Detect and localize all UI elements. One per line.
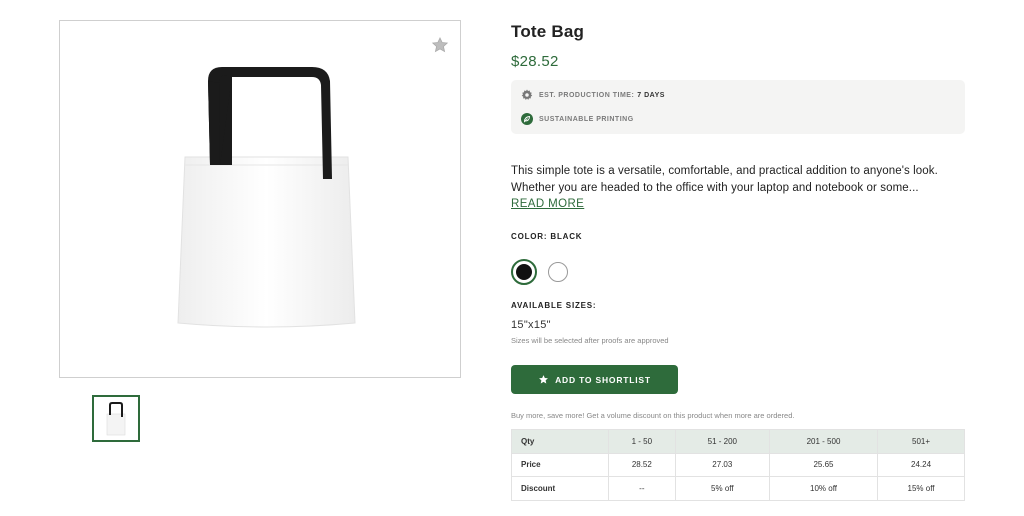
tote-bag-image (177, 67, 356, 328)
production-time-row: EST. PRODUCTION TIME: 7 DAYS (521, 89, 665, 101)
pricing-header-cell: 201 - 500 (768, 429, 879, 454)
read-more-link[interactable]: READ MORE (511, 198, 584, 210)
size-value: 15"x15" (511, 319, 551, 331)
product-price: $28.52 (511, 53, 559, 70)
volume-discount-note: Buy more, save more! Get a volume discou… (511, 411, 795, 420)
pricing-row-discount: Discount -- 5% off 10% off 15% off (511, 476, 965, 501)
product-title: Tote Bag (511, 22, 585, 41)
description-line: Whether you are headed to the office wit… (511, 182, 919, 194)
pricing-header-cell: Qty (511, 429, 609, 454)
gear-icon (521, 89, 533, 101)
production-time-label: EST. PRODUCTION TIME: (539, 91, 635, 99)
sustainable-printing-label: SUSTAINABLE PRINTING (539, 115, 634, 123)
pricing-cell: 25.65 (768, 452, 879, 477)
star-icon (538, 374, 549, 385)
pricing-cell: 15% off (877, 476, 965, 501)
product-thumbnail[interactable] (92, 395, 140, 442)
product-description: This simple tote is a versatile, comfort… (511, 163, 965, 197)
pricing-cell: 24.24 (877, 452, 965, 477)
favorite-button[interactable] (428, 33, 452, 57)
color-label: COLOR: BLACK (511, 232, 583, 241)
available-sizes-label: AVAILABLE SIZES: (511, 301, 597, 310)
pricing-row-price: Price 28.52 27.03 25.65 24.24 (511, 452, 965, 477)
production-time-value: 7 DAYS (637, 91, 665, 99)
pricing-header-cell: 51 - 200 (674, 429, 770, 454)
star-icon (431, 36, 449, 53)
leaf-icon (521, 113, 533, 125)
pricing-header-cell: 1 - 50 (608, 429, 676, 454)
color-swatch-white[interactable] (548, 262, 568, 282)
pricing-cell: 27.03 (674, 452, 770, 477)
pricing-cell: 28.52 (608, 452, 676, 477)
add-to-shortlist-button[interactable]: ADD TO SHORTLIST (511, 365, 678, 394)
tote-bag-thumbnail-image (106, 401, 126, 435)
production-info-box: EST. PRODUCTION TIME: 7 DAYS SUSTAINABLE… (511, 80, 965, 134)
product-main-image[interactable] (59, 20, 461, 378)
color-swatch-black-fill (516, 264, 532, 280)
sustainable-printing-row: SUSTAINABLE PRINTING (521, 113, 634, 125)
pricing-header-cell: 501+ (877, 429, 965, 454)
add-to-shortlist-label: ADD TO SHORTLIST (555, 374, 651, 385)
description-line: This simple tote is a versatile, comfort… (511, 165, 938, 177)
pricing-row-label: Price (511, 452, 609, 477)
pricing-row-label: Discount (511, 476, 609, 501)
product-page: Tote Bag $28.52 EST. PRODUCTION TIME: 7 … (0, 0, 1024, 516)
pricing-header-row: Qty 1 - 50 51 - 200 201 - 500 501+ (511, 429, 965, 454)
pricing-cell: -- (608, 476, 676, 501)
size-note: Sizes will be selected after proofs are … (511, 336, 669, 345)
color-swatch-black[interactable] (511, 259, 537, 285)
pricing-cell: 10% off (768, 476, 879, 501)
volume-pricing-table: Qty 1 - 50 51 - 200 201 - 500 501+ Price… (511, 429, 965, 501)
pricing-cell: 5% off (674, 476, 770, 501)
